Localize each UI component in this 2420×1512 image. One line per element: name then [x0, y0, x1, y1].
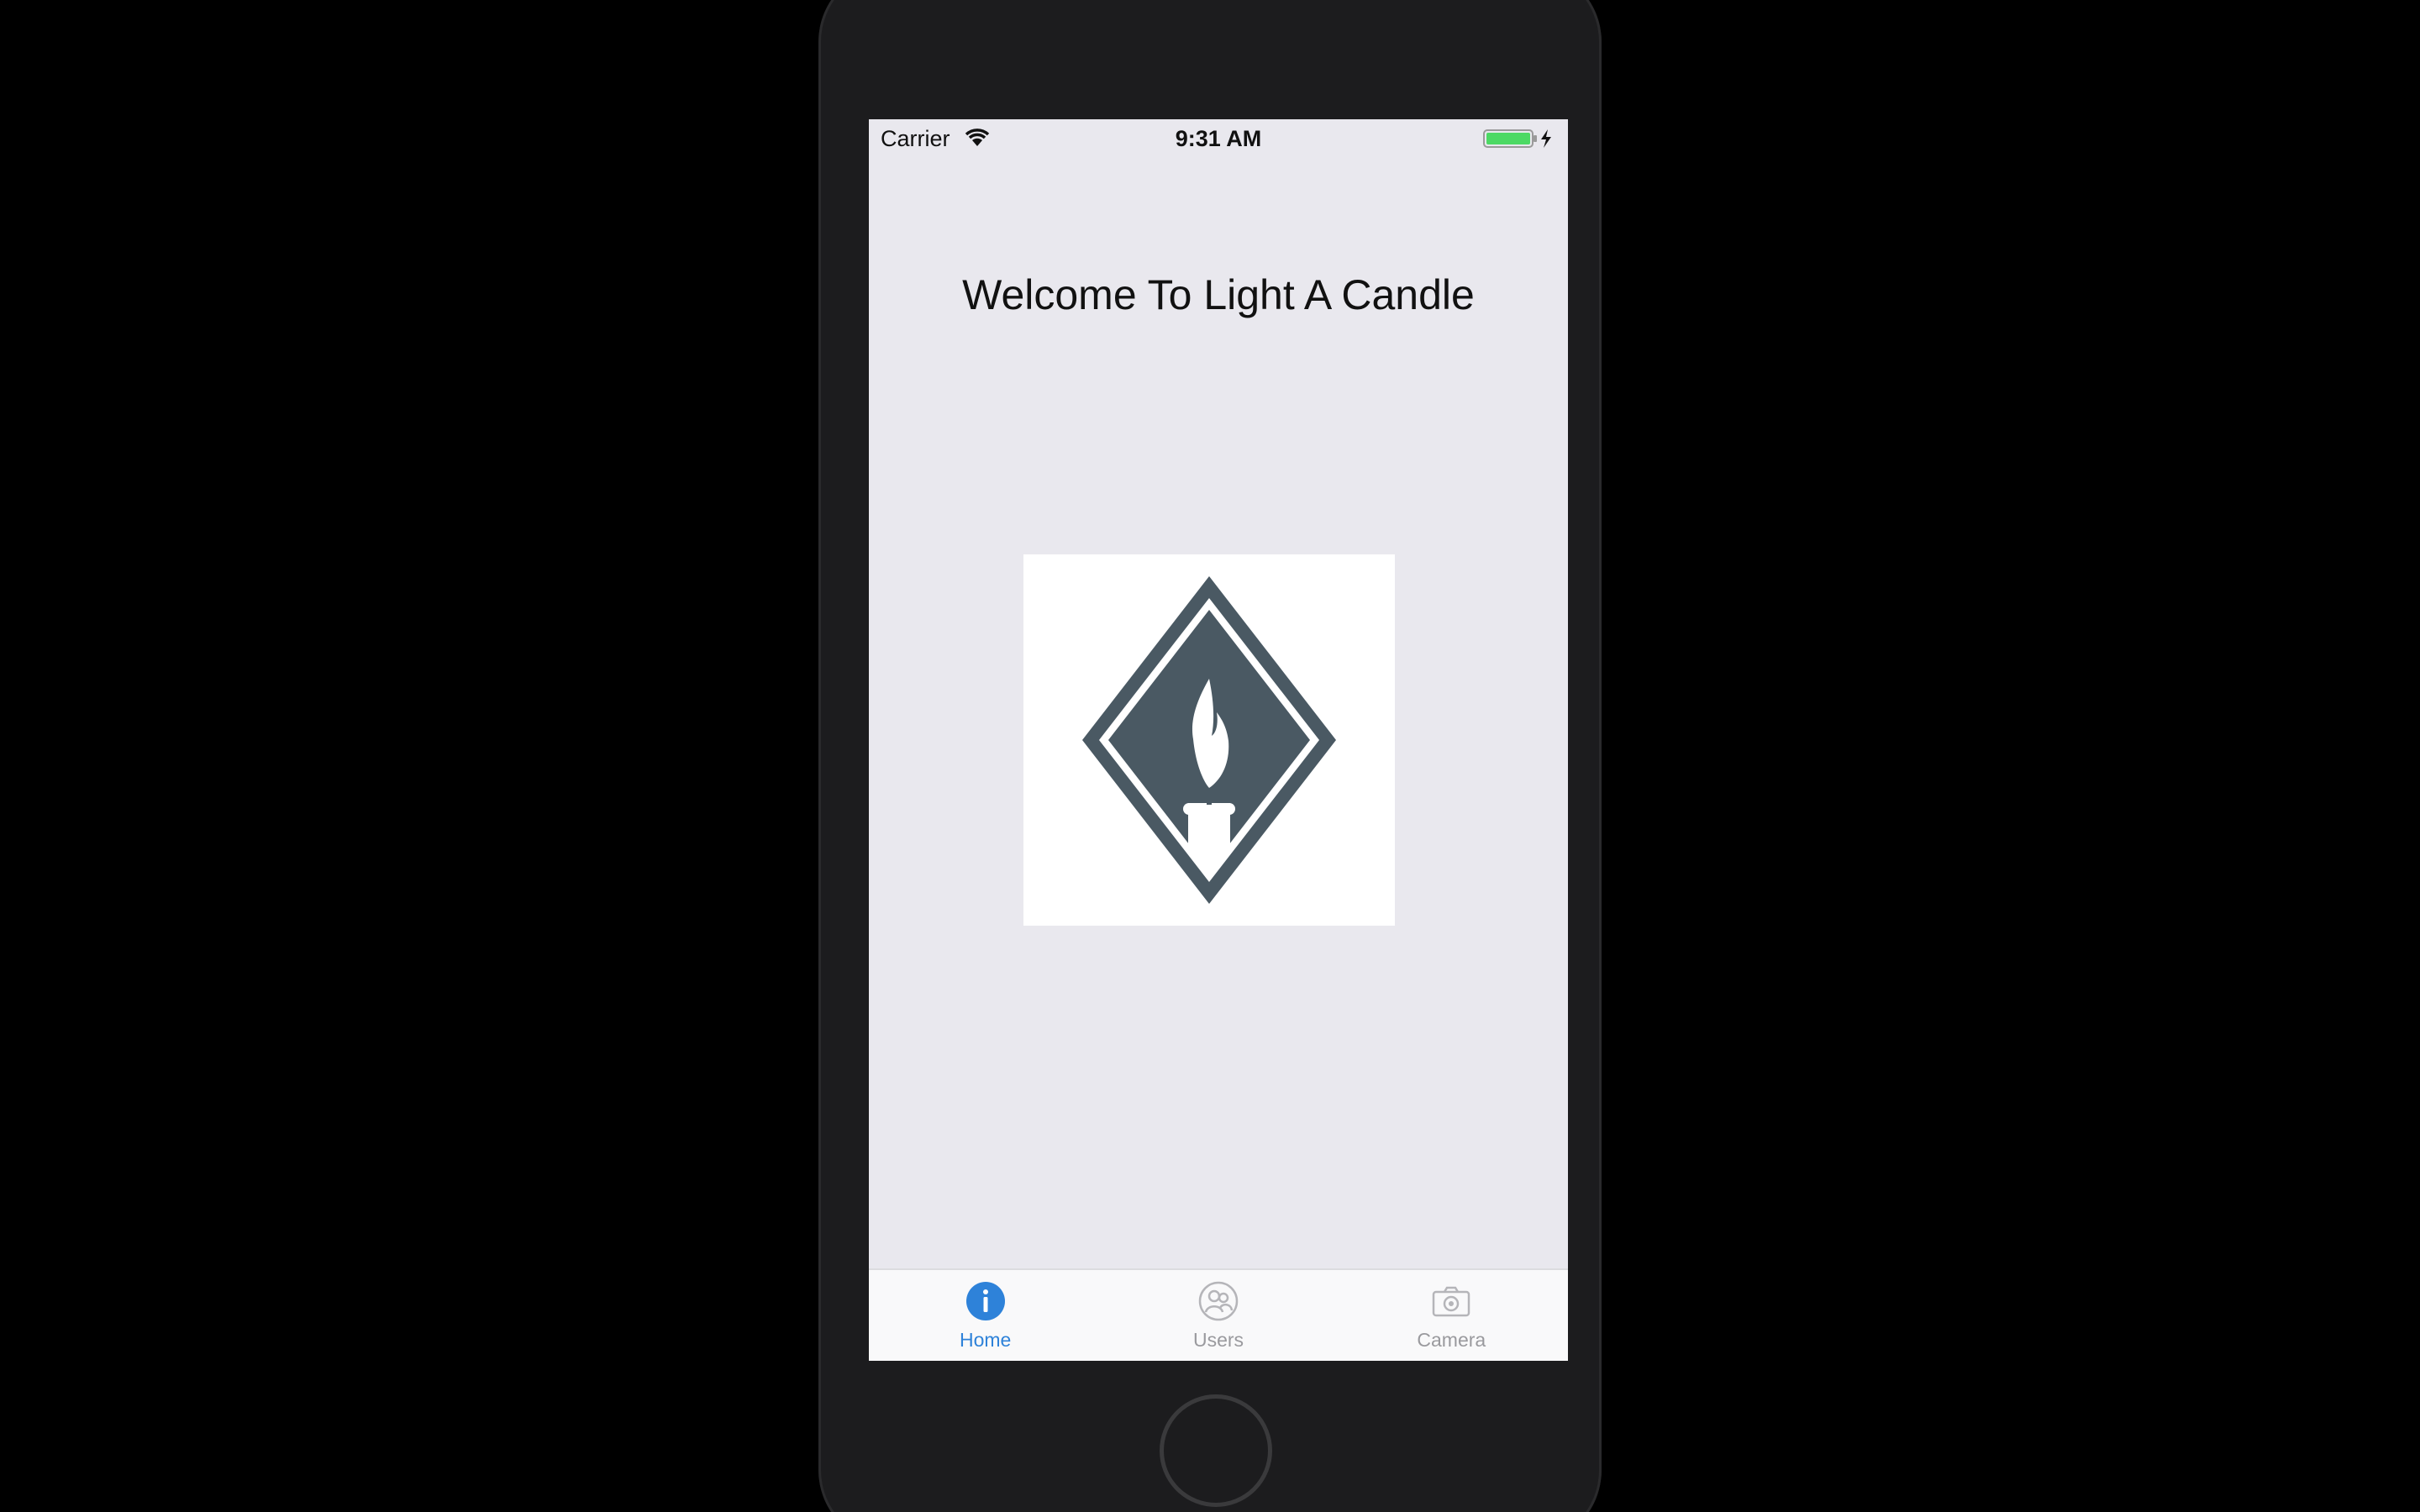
tab-home[interactable]: Home [869, 1270, 1102, 1361]
candle-diamond-logo [1023, 554, 1395, 926]
battery-charging-icon [1482, 128, 1558, 150]
welcome-title: Welcome To Light A Candle [962, 271, 1475, 318]
tab-camera-label: Camera [1417, 1329, 1486, 1351]
home-button[interactable] [1160, 1394, 1272, 1507]
status-bar: Carrier 9:31 AM [869, 119, 1568, 160]
camera-icon [1430, 1280, 1472, 1322]
users-icon [1197, 1280, 1239, 1322]
status-time: 9:31 AM [1175, 126, 1262, 151]
tab-users-label: Users [1192, 1329, 1244, 1351]
tab-users[interactable]: Users [1102, 1270, 1334, 1361]
info-icon [965, 1280, 1007, 1322]
tab-bar: Home Users Camera [869, 1268, 1568, 1361]
tab-camera[interactable]: Camera [1335, 1270, 1568, 1361]
app-screen: Carrier 9:31 AM Welcome To Light A Candl… [869, 119, 1568, 1361]
tab-home-label: Home [959, 1329, 1012, 1351]
simulator-stage: Carrier 9:31 AM Welcome To Light A Candl… [0, 0, 2420, 1512]
